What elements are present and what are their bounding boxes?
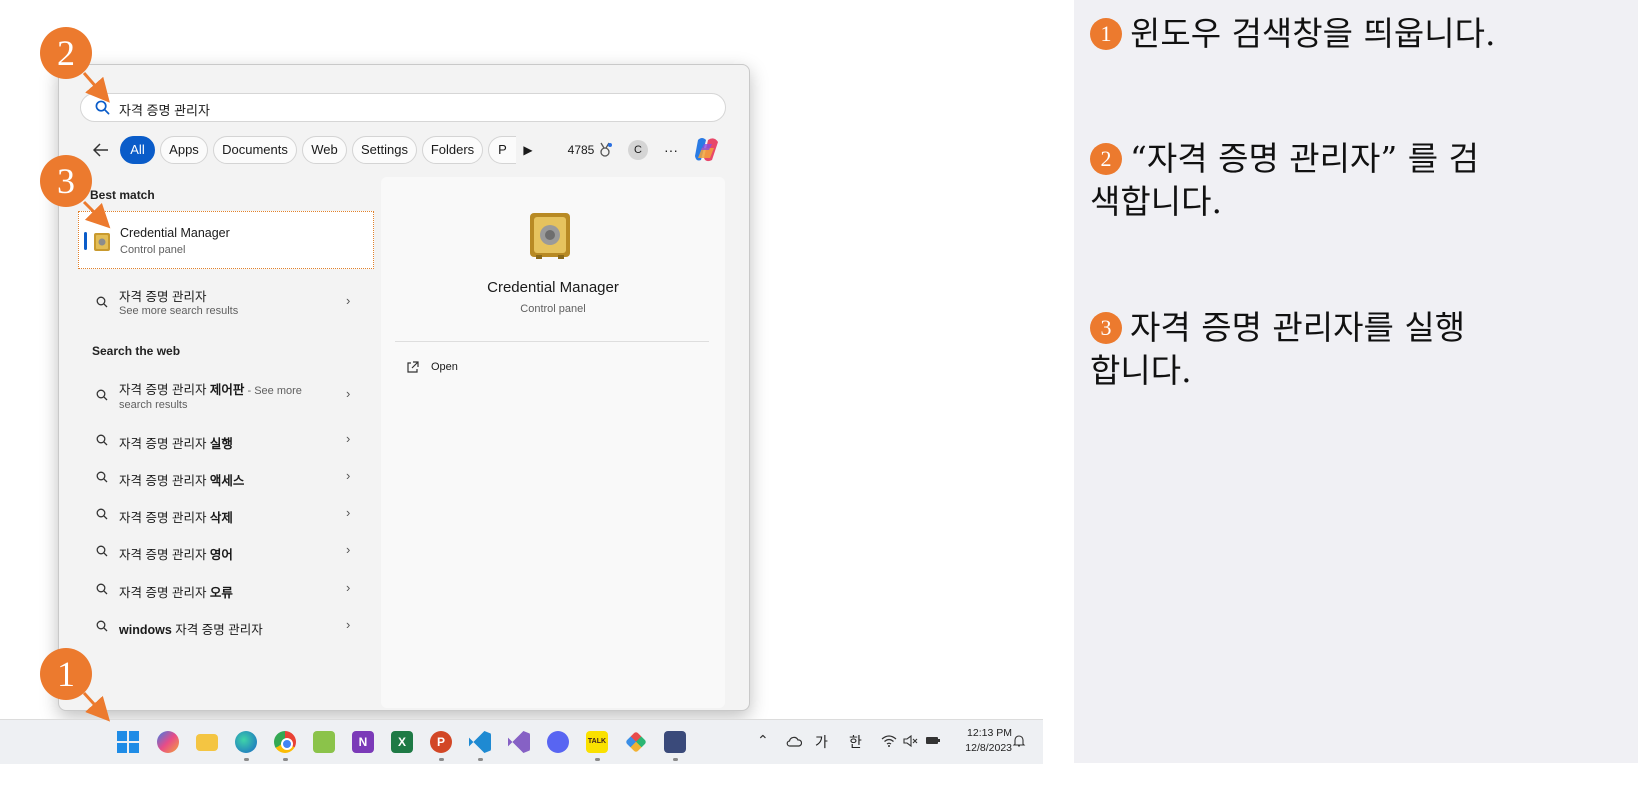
instruction-step-1: 1 윈도우 검색창을 띄웁니다. [1090,12,1630,55]
callout-arrows [82,72,111,722]
callout-step-3: 3 [40,155,92,207]
callout-step-1: 1 [40,648,92,700]
instructions-pane: 1 윈도우 검색창을 띄웁니다. 2 “자격 증명 관리자” 를 검색합니다. 3자… [1074,0,1638,763]
instruction-step-3: 3 자격 증명 관리자를 실행합니다. [1090,308,1466,390]
instruction-step-2: 2 “자격 증명 관리자” 를 검색합니다. [1090,139,1479,221]
callout-step-2: 2 [40,27,92,79]
